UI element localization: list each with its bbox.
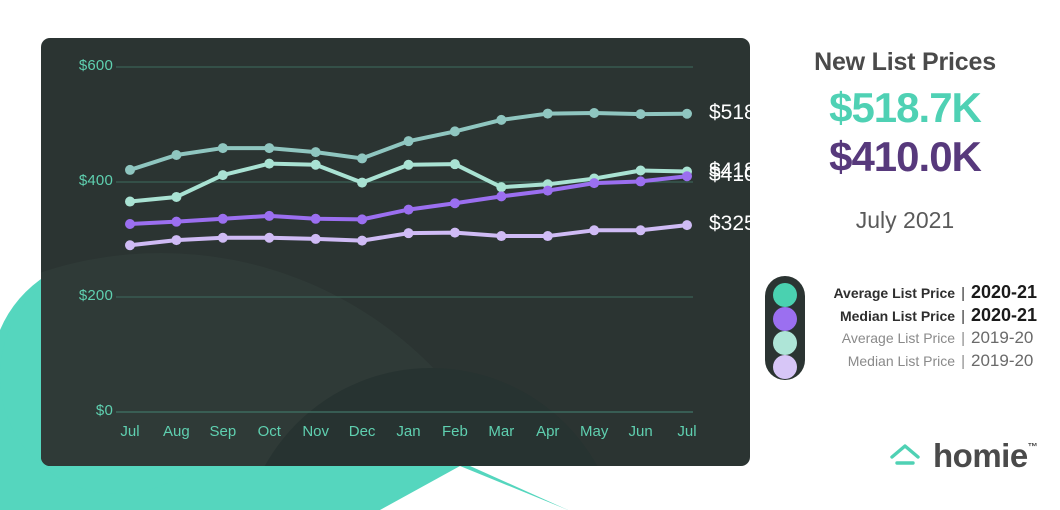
series-data-point (264, 158, 275, 169)
x-axis-tick-label: Jul (677, 423, 697, 440)
series-data-point (542, 108, 553, 119)
series-line (128, 174, 689, 226)
series-data-point (125, 240, 135, 251)
series-data-point (264, 143, 275, 154)
legend-item[interactable]: Average List Price | 2019-20 (805, 328, 1055, 350)
series-data-point (403, 136, 414, 147)
y-axis-tick-label: $600 (78, 57, 113, 74)
series-data-point (635, 225, 646, 236)
series-data-point (217, 143, 228, 154)
series-data-point (449, 159, 460, 170)
house-roof-icon (890, 444, 920, 465)
series-data-point (217, 213, 228, 224)
homie-logo: homie ™ (888, 434, 1058, 478)
series-data-point (496, 231, 507, 242)
series-data-point (310, 159, 321, 170)
page-title: New List Prices (814, 48, 996, 76)
series-data-point (264, 232, 275, 243)
legend-item-year: 2019-20 (971, 328, 1034, 347)
chart-panel: $0 $200 $400 $600 Jul Aug Sep Oct Nov Dec Jan Feb M… (41, 38, 750, 466)
legend-color-dot (773, 355, 797, 379)
series-data-point (357, 235, 368, 246)
trademark-symbol: ™ (1027, 442, 1038, 453)
series-data-point (217, 170, 228, 181)
legend-separator: | (961, 285, 965, 302)
series-data-point (542, 231, 553, 242)
legend-item-label: Median List Price (839, 308, 956, 324)
series-data-point (449, 198, 460, 209)
legend-separator: | (961, 330, 965, 347)
line-chart-plot (116, 66, 693, 413)
logo-wordmark: homie (933, 437, 1028, 474)
infographic-stage: $0 $200 $400 $600 Jul Aug Sep Oct Nov Dec Jan Feb M… (0, 0, 1060, 510)
series-data-point (171, 191, 182, 202)
median-list-price-value: $410.0K (829, 133, 982, 180)
series-data-point (310, 233, 321, 244)
legend-color-dot (773, 283, 797, 307)
series-data-point (449, 227, 460, 238)
legend-item-label: Average List Price (833, 285, 956, 301)
y-axis-tick-label: $0 (95, 402, 113, 419)
series-data-point (171, 216, 182, 227)
legend-item-year: 2019-20 (971, 351, 1034, 370)
series-data-point (357, 214, 368, 225)
series-data-point (217, 232, 228, 243)
legend-item-label: Median List Price (847, 353, 956, 369)
series-data-point (635, 165, 646, 176)
series-data-point (357, 177, 368, 188)
y-axis-tick-label: $400 (78, 172, 113, 189)
legend-item[interactable]: Median List Price | 2020-21 (805, 305, 1055, 327)
series-data-point (496, 191, 507, 202)
series-data-point (589, 225, 600, 236)
legend-color-dot (773, 331, 797, 355)
series-data-point (403, 159, 414, 170)
series-data-point (310, 147, 321, 158)
summary-column: New List Prices $518.7K $410.0K July 202… (760, 0, 1060, 510)
series-data-point (496, 182, 507, 193)
legend-item[interactable]: Median List Price | 2019-20 (805, 351, 1055, 373)
series-data-point (125, 196, 135, 207)
series-data-point (682, 171, 692, 182)
legend-color-dot (773, 307, 797, 331)
average-list-price-value: $518.7K (829, 84, 982, 131)
series-data-point (310, 213, 321, 224)
legend-separator: | (961, 353, 965, 370)
series-data-point (682, 220, 692, 231)
legend-separator: | (961, 308, 965, 325)
series-data-point (542, 185, 553, 196)
series-data-point (589, 178, 600, 189)
series-data-point (357, 153, 368, 164)
series-data-point (403, 228, 414, 239)
legend-item-year: 2020-21 (971, 282, 1038, 302)
y-axis-tick-label: $200 (78, 287, 113, 304)
series-data-point (635, 176, 646, 187)
series-data-point (171, 149, 182, 160)
chart-legend: Average List Price | 2020-21 Median List Pr… (760, 272, 1060, 382)
series-lines (128, 111, 689, 248)
series-data-point (682, 108, 692, 119)
legend-item-label: Average List Price (841, 330, 956, 346)
series-data-point (125, 218, 135, 229)
series-data-point (589, 108, 600, 118)
series-data-point (171, 235, 182, 246)
series-data-point (403, 204, 414, 215)
legend-item-year: 2020-21 (971, 305, 1038, 325)
series-data-point (449, 126, 460, 137)
series-data-point (264, 210, 275, 221)
series-data-point (125, 164, 135, 175)
period-label: July 2021 (855, 207, 955, 233)
legend-item[interactable]: Average List Price | 2020-21 (805, 282, 1055, 304)
series-data-point (496, 114, 507, 125)
series-data-point (635, 109, 646, 120)
